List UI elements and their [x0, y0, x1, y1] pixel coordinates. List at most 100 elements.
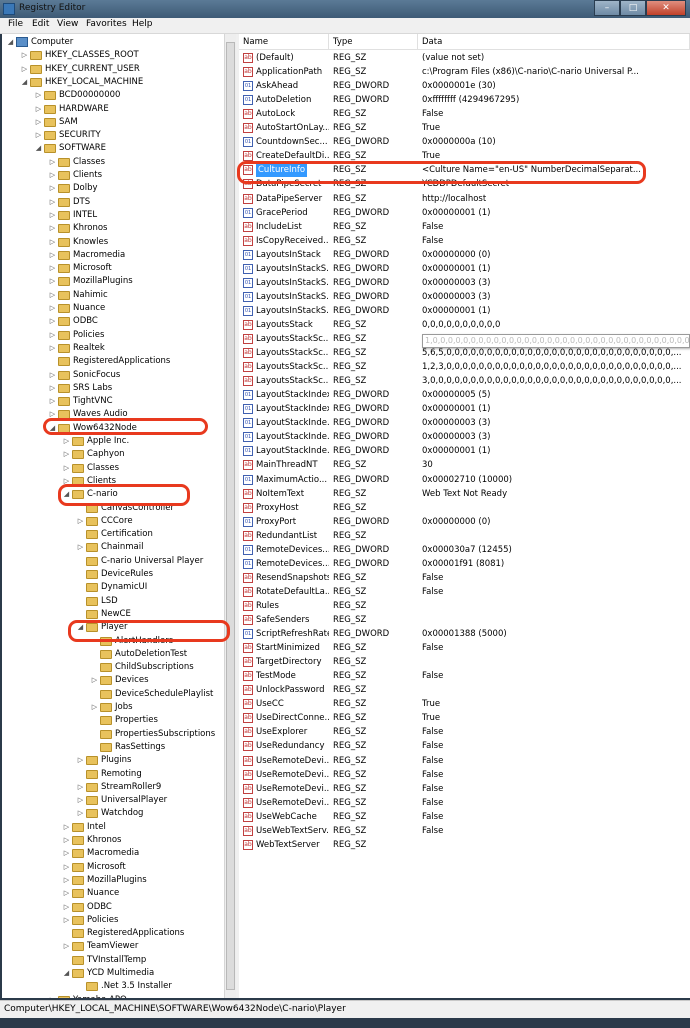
tree-node[interactable]: ▷ Policies: [62, 914, 118, 927]
tree-node[interactable]: RegisteredApplications: [48, 355, 170, 368]
tree-node[interactable]: Remoting: [76, 768, 142, 781]
expand-arrow-icon[interactable]: ▷: [48, 302, 57, 315]
value-row[interactable]: ab RedundantList REG_SZ: [239, 529, 690, 543]
tree-node[interactable]: ▷ Khronos: [48, 222, 108, 235]
expand-arrow-icon[interactable]: ▷: [90, 674, 99, 687]
expand-arrow-icon[interactable]: ▷: [34, 89, 43, 102]
minimize-button[interactable]: –: [594, 0, 620, 16]
tree-node[interactable]: ◢ Computer: [6, 36, 73, 49]
tree-node[interactable]: ▷ Microsoft: [48, 262, 112, 275]
value-row[interactable]: 01 RemoteDevices... REG_DWORD 0x00001f91 (8…: [239, 557, 690, 571]
tree-node[interactable]: ▷ Clients: [48, 169, 102, 182]
expand-arrow-icon[interactable]: ▷: [48, 156, 57, 169]
tree-node[interactable]: ▷ MozillaPlugins: [48, 275, 133, 288]
value-row[interactable]: 01 LayoutsInStackS... REG_DWORD 0x00000001 …: [239, 304, 690, 318]
value-row[interactable]: 01 LayoutStackInde... REG_DWORD 0x00000001 …: [239, 444, 690, 458]
tree-node[interactable]: ▷ Microsoft: [62, 861, 126, 874]
tree-node[interactable]: ▷ HKEY_CLASSES_ROOT: [20, 49, 139, 62]
value-row[interactable]: 01 LayoutStackInde... REG_DWORD 0x00000003 …: [239, 430, 690, 444]
tree-node[interactable]: ▷ Caphyon: [62, 448, 125, 461]
value-row[interactable]: ab UseWebCache REG_SZ False: [239, 810, 690, 824]
menu-favorites[interactable]: Favorites: [86, 19, 127, 29]
value-row[interactable]: ab ProxyHost REG_SZ: [239, 501, 690, 515]
value-row[interactable]: ab AutoStartOnLay... REG_SZ True: [239, 121, 690, 135]
value-row[interactable]: 01 AutoDeletion REG_DWORD 0xffffffff (42949…: [239, 93, 690, 107]
column-header-data[interactable]: Data: [418, 34, 690, 50]
tree-node[interactable]: ▷ Jobs: [90, 701, 133, 714]
tree-node[interactable]: ▷ Nuance: [62, 887, 119, 900]
value-row[interactable]: 01 GracePeriod REG_DWORD 0x00000001 (1): [239, 206, 690, 220]
expand-arrow-icon[interactable]: ▷: [62, 940, 71, 953]
expand-arrow-icon[interactable]: ▷: [48, 262, 57, 275]
value-row[interactable]: ab UseRemoteDevi... REG_SZ False: [239, 768, 690, 782]
expand-arrow-icon[interactable]: ▷: [62, 448, 71, 461]
tree-node[interactable]: C-nario Universal Player: [76, 555, 203, 568]
tree-node[interactable]: ▷ Chainmail: [76, 541, 144, 554]
expand-arrow-icon[interactable]: ▷: [48, 209, 57, 222]
expand-arrow-icon[interactable]: ▷: [62, 887, 71, 900]
expand-arrow-icon[interactable]: ▷: [62, 435, 71, 448]
expand-arrow-icon[interactable]: ▷: [48, 182, 57, 195]
tree-node[interactable]: ▷ StreamRoller9: [76, 781, 161, 794]
value-row[interactable]: ab MainThreadNT REG_SZ 30: [239, 458, 690, 472]
expand-arrow-icon[interactable]: ▷: [48, 382, 57, 395]
value-row[interactable]: 01 RemoteDevices... REG_DWORD 0x000030a7 (1…: [239, 543, 690, 557]
expand-arrow-icon[interactable]: ▷: [48, 315, 57, 328]
expand-arrow-icon[interactable]: ▷: [76, 754, 85, 767]
tree-node[interactable]: ▷ SAM: [34, 116, 78, 129]
tree-node[interactable]: ▷ ODBC: [48, 315, 98, 328]
tree-node[interactable]: ▷ HKEY_CURRENT_USER: [20, 63, 140, 76]
expand-arrow-icon[interactable]: ▷: [48, 994, 57, 998]
tree-node[interactable]: ▷ SRS Labs: [48, 382, 112, 395]
expand-arrow-icon[interactable]: ▷: [48, 222, 57, 235]
tree-node[interactable]: ▷ Nuance: [48, 302, 105, 315]
value-row[interactable]: ab NoItemText REG_SZ Web Text Not Ready: [239, 487, 690, 501]
expand-arrow-icon[interactable]: ▷: [62, 462, 71, 475]
value-row[interactable]: 01 ProxyPort REG_DWORD 0x00000000 (0): [239, 515, 690, 529]
tree-node[interactable]: ◢ YCD Multimedia: [62, 967, 154, 980]
value-row[interactable]: 01 LayoutsInStackS... REG_DWORD 0x00000001 …: [239, 262, 690, 276]
tree-node[interactable]: TVInstallTemp: [62, 954, 146, 967]
value-row[interactable]: ab TargetDirectory REG_SZ: [239, 655, 690, 669]
value-row[interactable]: ab LayoutsStackSc... REG_SZ 5,6,5,0,0,0,0,0…: [239, 346, 690, 360]
expand-arrow-icon[interactable]: ▷: [62, 914, 71, 927]
collapse-arrow-icon[interactable]: ◢: [6, 36, 15, 49]
close-button[interactable]: ✕: [646, 0, 686, 16]
value-row[interactable]: ab WebTextServer REG_SZ: [239, 838, 690, 852]
expand-arrow-icon[interactable]: ▷: [76, 541, 85, 554]
value-row[interactable]: 01 LayoutStackInde... REG_DWORD 0x00000003 …: [239, 416, 690, 430]
expand-arrow-icon[interactable]: ▷: [34, 103, 43, 116]
value-row[interactable]: 01 LayoutsInStack REG_DWORD 0x00000000 (0): [239, 248, 690, 262]
tree-node[interactable]: ◢ SOFTWARE: [34, 142, 106, 155]
expand-arrow-icon[interactable]: ▷: [34, 129, 43, 142]
value-row[interactable]: ab UnlockPassword REG_SZ: [239, 683, 690, 697]
value-row[interactable]: 01 LayoutsInStackS... REG_DWORD 0x00000003 …: [239, 276, 690, 290]
expand-arrow-icon[interactable]: ▷: [48, 329, 57, 342]
expand-arrow-icon[interactable]: ▷: [62, 901, 71, 914]
value-row[interactable]: ab DataPipeServer REG_SZ http://localhost: [239, 192, 690, 206]
tree-node[interactable]: ▷ HARDWARE: [34, 103, 109, 116]
tree-node[interactable]: DynamicUI: [76, 581, 147, 594]
expand-arrow-icon[interactable]: ▷: [20, 49, 29, 62]
value-row[interactable]: 01 AskAhead REG_DWORD 0x0000001e (30): [239, 79, 690, 93]
tree-node[interactable]: LSD: [76, 595, 118, 608]
expand-arrow-icon[interactable]: ▷: [62, 821, 71, 834]
expand-arrow-icon[interactable]: ▷: [48, 369, 57, 382]
tree-node[interactable]: ▷ Dolby: [48, 182, 98, 195]
tree-node[interactable]: .Net 3.5 Installer: [76, 980, 172, 993]
expand-arrow-icon[interactable]: ▷: [48, 249, 57, 262]
tree-node[interactable]: DeviceSchedulePlaylist: [90, 688, 213, 701]
tree-node[interactable]: ▷ TightVNC: [48, 395, 113, 408]
tree-node[interactable]: ▷ Classes: [62, 462, 119, 475]
menu-view[interactable]: View: [57, 19, 78, 29]
value-row[interactable]: 01 MaximumActio... REG_DWORD 0x00002710 (10…: [239, 473, 690, 487]
value-row[interactable]: ab (Default) REG_SZ (value not set): [239, 51, 690, 65]
value-row[interactable]: ab ResendSnapshots REG_SZ False: [239, 571, 690, 585]
value-row[interactable]: ab UseRemoteDevi... REG_SZ False: [239, 796, 690, 810]
expand-arrow-icon[interactable]: ▷: [48, 236, 57, 249]
collapse-arrow-icon[interactable]: ◢: [62, 967, 71, 980]
tree-node[interactable]: RegisteredApplications: [62, 927, 184, 940]
tree-node[interactable]: ▷ Khronos: [62, 834, 122, 847]
value-row[interactable]: 01 LayoutStackIndex REG_DWORD 0x00000005 (5…: [239, 388, 690, 402]
tree-node[interactable]: ChildSubscriptions: [90, 661, 194, 674]
